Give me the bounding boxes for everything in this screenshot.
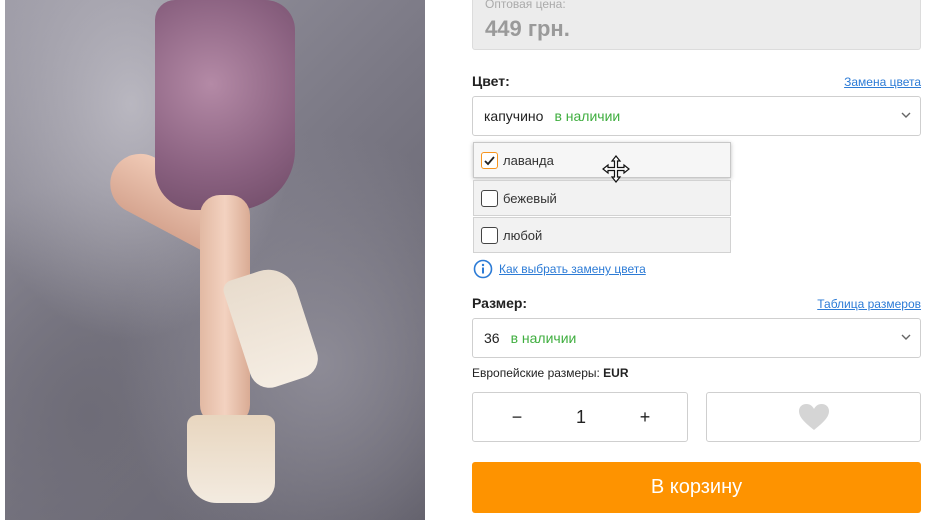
- quantity-increase-button[interactable]: +: [625, 393, 665, 441]
- quantity-decrease-button[interactable]: −: [497, 393, 537, 441]
- chevron-down-icon: [901, 112, 911, 118]
- quantity-stepper: − 1 +: [472, 392, 688, 442]
- checkmark-icon: [484, 155, 495, 165]
- color-stock-status: в наличии: [554, 108, 621, 124]
- size-select[interactable]: 36 в наличии: [472, 318, 921, 358]
- color-option-label: лаванда: [503, 152, 554, 168]
- add-to-cart-button[interactable]: В корзину: [472, 462, 921, 513]
- chevron-down-icon: [901, 334, 911, 340]
- color-option-beige[interactable]: бежевый: [473, 180, 731, 216]
- quantity-value[interactable]: 1: [561, 393, 601, 441]
- product-photo: [5, 0, 425, 520]
- checkbox-any[interactable]: [481, 226, 498, 244]
- favorite-button[interactable]: [706, 392, 921, 442]
- color-option-any[interactable]: любой: [473, 217, 731, 253]
- size-note-system: EUR: [603, 366, 629, 380]
- price-label: Оптовая цена:: [485, 0, 566, 11]
- size-label: Размер:: [472, 295, 528, 311]
- price-value: 449 грн.: [485, 16, 570, 41]
- heart-icon: [798, 404, 829, 430]
- checkbox-lavender[interactable]: [481, 151, 498, 169]
- color-selected-value: капучино: [484, 108, 544, 124]
- move-cursor-icon: [602, 155, 630, 183]
- replace-color-link[interactable]: Замена цвета: [844, 75, 921, 89]
- photo-boot-standing: [187, 415, 275, 503]
- info-icon: [473, 259, 493, 279]
- wholesale-price-box: Оптовая цена: 449 грн.: [472, 0, 921, 50]
- size-selected-value: 36: [484, 330, 500, 346]
- size-note-prefix: Европейские размеры:: [472, 366, 604, 380]
- color-help-row[interactable]: Как выбрать замену цвета: [473, 259, 646, 279]
- color-option-label: бежевый: [503, 190, 557, 206]
- color-label: Цвет:: [472, 73, 510, 89]
- color-help-link[interactable]: Как выбрать замену цвета: [499, 262, 646, 276]
- size-stock-status: в наличии: [510, 330, 577, 346]
- photo-dress: [155, 0, 295, 210]
- color-select[interactable]: капучино в наличии: [472, 96, 921, 136]
- checkbox-beige[interactable]: [481, 189, 498, 207]
- size-system-note: Европейские размеры: EUR: [472, 366, 629, 380]
- color-option-label: любой: [503, 227, 543, 243]
- size-table-link[interactable]: Таблица размеров: [817, 297, 921, 311]
